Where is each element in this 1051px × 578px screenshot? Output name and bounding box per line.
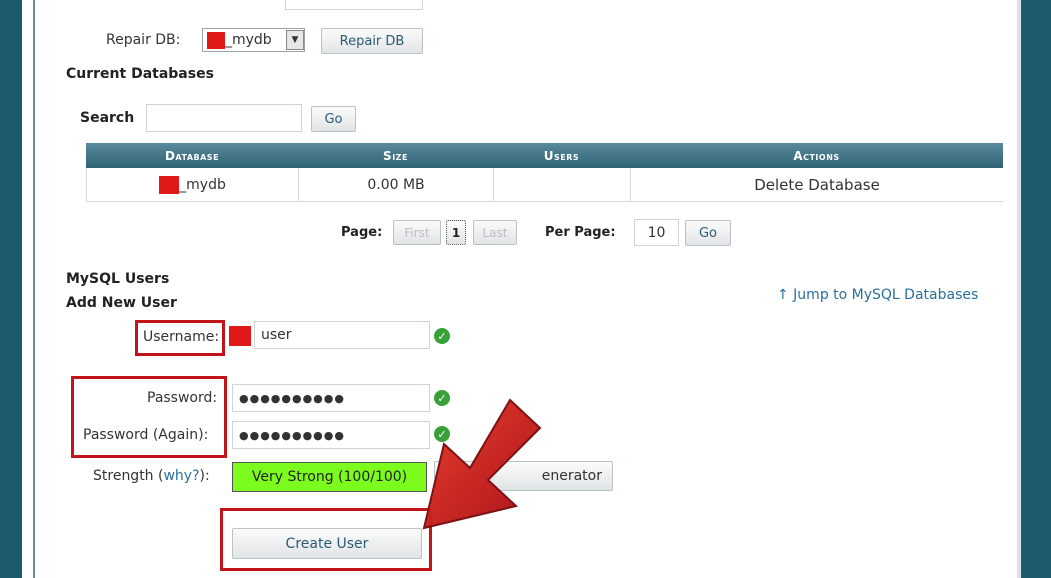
left-frame-bar bbox=[0, 0, 22, 578]
repair-db-selected: _mydb bbox=[225, 32, 272, 48]
repair-db-button[interactable]: Repair DB bbox=[321, 28, 423, 54]
search-label: Search bbox=[80, 110, 135, 126]
users-cell bbox=[493, 168, 630, 201]
left-frame-line bbox=[33, 0, 35, 578]
first-page-button[interactable]: First bbox=[393, 220, 441, 245]
strength-label-text: Strength ( bbox=[93, 468, 164, 484]
chevron-down-icon[interactable]: ▼ bbox=[286, 30, 304, 50]
create-user-button[interactable]: Create User bbox=[232, 528, 422, 559]
per-page-go-button[interactable]: Go bbox=[685, 220, 731, 246]
database-name: _mydb bbox=[179, 176, 226, 193]
table-row: _mydb 0.00 MB Delete Database bbox=[86, 168, 1003, 202]
password-input[interactable]: ●●●●●●●●●● bbox=[232, 384, 430, 412]
delete-database-link[interactable]: Delete Database bbox=[630, 168, 1003, 201]
current-databases-heading: Current Databases bbox=[66, 66, 214, 82]
password-again-label: Password (Again): bbox=[83, 427, 209, 443]
redacted-prefix bbox=[159, 175, 180, 194]
username-valid-check-icon: ✓ bbox=[434, 328, 450, 344]
column-actions: Actions bbox=[793, 148, 840, 163]
strength-meter: Very Strong (100/100) bbox=[232, 462, 427, 492]
page-label: Page: bbox=[341, 225, 383, 240]
column-size[interactable]: Size bbox=[298, 143, 493, 168]
right-frame-line bbox=[1017, 0, 1021, 578]
add-new-user-heading: Add New User bbox=[66, 295, 177, 311]
password-labels-highlight bbox=[71, 376, 227, 458]
repair-db-label: Repair DB: bbox=[106, 32, 181, 48]
databases-table-header: Database Size Users Actions bbox=[86, 143, 1003, 168]
redacted-prefix bbox=[207, 31, 225, 49]
redacted-prefix bbox=[229, 326, 251, 346]
database-cell: _mydb bbox=[86, 168, 298, 201]
red-arrow-annotation-icon bbox=[422, 398, 542, 530]
search-input[interactable] bbox=[146, 104, 302, 132]
jump-to-databases-link[interactable]: ↑ Jump to MySQL Databases bbox=[777, 287, 978, 303]
per-page-input[interactable]: 10 bbox=[634, 219, 679, 246]
username-input[interactable]: user bbox=[254, 321, 430, 349]
search-go-button[interactable]: Go bbox=[311, 106, 356, 132]
column-database[interactable]: Database bbox=[86, 143, 298, 168]
password-again-input[interactable]: ●●●●●●●●●● bbox=[232, 421, 430, 449]
current-page-button[interactable]: 1 bbox=[446, 220, 466, 245]
cutoff-input bbox=[285, 0, 423, 10]
last-page-button[interactable]: Last bbox=[473, 220, 517, 245]
strength-label-tail: ): bbox=[199, 468, 210, 484]
right-frame-bar bbox=[1021, 0, 1051, 578]
username-label: Username: bbox=[143, 329, 220, 345]
password-label: Password: bbox=[147, 390, 218, 406]
size-cell: 0.00 MB bbox=[298, 168, 493, 201]
column-users: Users bbox=[543, 148, 580, 163]
repair-db-select[interactable]: _mydb ▼ bbox=[202, 28, 305, 52]
strength-why-link[interactable]: why? bbox=[163, 468, 199, 484]
mysql-users-heading: MySQL Users bbox=[66, 271, 170, 287]
strength-label: Strength (why?): bbox=[93, 468, 210, 484]
per-page-label: Per Page: bbox=[545, 225, 616, 240]
